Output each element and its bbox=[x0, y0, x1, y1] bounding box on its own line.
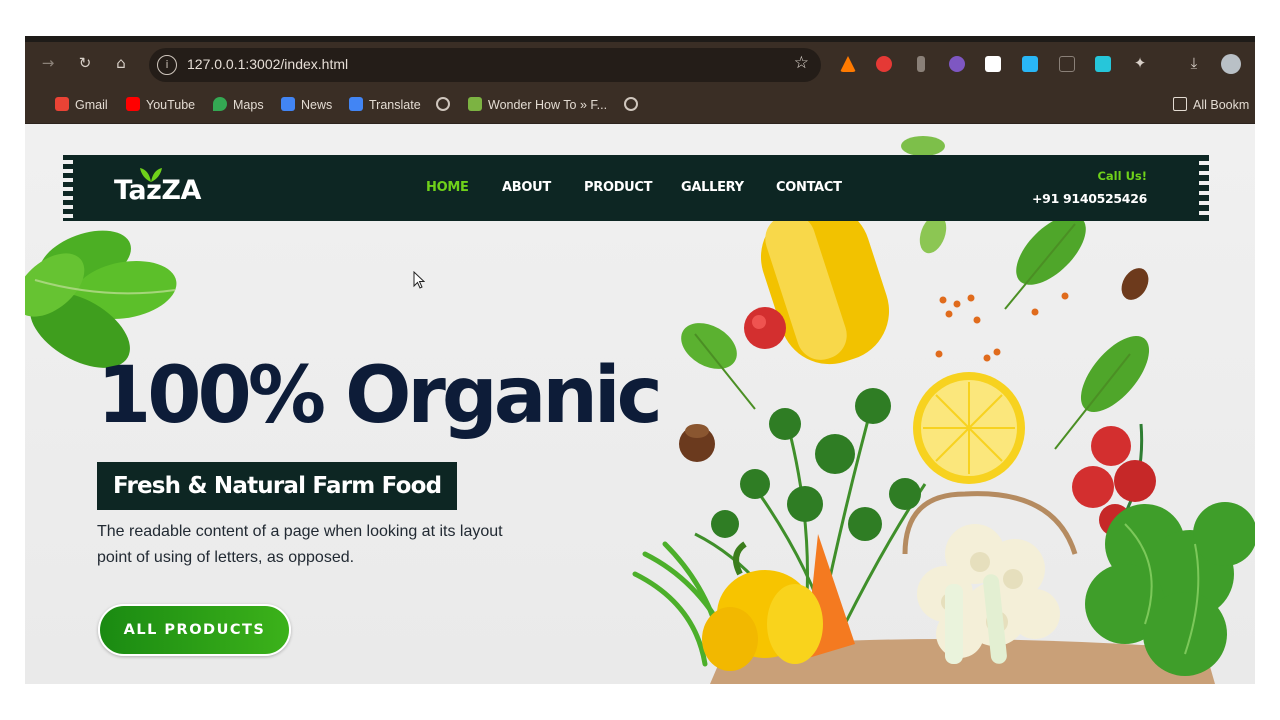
vlc-extension-icon[interactable] bbox=[840, 56, 856, 72]
nav-about[interactable]: ABOUT bbox=[502, 180, 551, 195]
bookmarks-bar: Gmail YouTube Maps News Translate Wonder… bbox=[25, 88, 1255, 124]
extension-blue-icon[interactable] bbox=[1022, 56, 1038, 72]
bookmark-wonder[interactable]: Wonder How To » F... bbox=[468, 97, 607, 115]
bookmark-youtube[interactable]: YouTube bbox=[126, 97, 195, 115]
extensions-puzzle-icon[interactable]: ✦ bbox=[1129, 52, 1151, 74]
home-icon[interactable]: ⌂ bbox=[110, 52, 132, 74]
all-bookmarks[interactable]: All Bookm bbox=[1173, 97, 1249, 115]
tab-strip bbox=[25, 36, 1255, 42]
brush-edge-left bbox=[63, 155, 81, 221]
bookmark-globe-2[interactable] bbox=[624, 97, 638, 115]
reload-icon[interactable]: ↻ bbox=[74, 52, 96, 74]
website-viewport: TazZA HOME ABOUT PRODUCT GALLERY CONTACT… bbox=[25, 124, 1255, 684]
bookmark-gmail[interactable]: Gmail bbox=[55, 97, 108, 115]
extension-grid-icon[interactable] bbox=[1059, 56, 1075, 72]
address-bar[interactable]: i 127.0.0.1:3002/index.html ☆ bbox=[149, 48, 821, 82]
news-icon bbox=[281, 97, 295, 111]
hero-description: The readable content of a page when look… bbox=[97, 523, 503, 566]
brush-edge-right bbox=[1191, 155, 1209, 221]
profile-avatar[interactable] bbox=[1221, 54, 1241, 74]
folder-icon bbox=[1173, 97, 1187, 111]
forward-icon[interactable]: → bbox=[37, 52, 59, 74]
nav-home[interactable]: HOME bbox=[426, 180, 469, 195]
extension-red-icon[interactable] bbox=[876, 56, 892, 72]
site-logo[interactable]: TazZA bbox=[114, 175, 201, 206]
bookmark-translate[interactable]: Translate bbox=[349, 97, 421, 115]
mouse-cursor-icon bbox=[413, 271, 425, 289]
extension-gray-icon[interactable] bbox=[917, 56, 925, 72]
site-info-icon[interactable]: i bbox=[157, 55, 177, 75]
extension-purple-icon[interactable] bbox=[949, 56, 965, 72]
browser-toolbar: → ↻ ⌂ i 127.0.0.1:3002/index.html ☆ ✦ ⤓ bbox=[25, 36, 1255, 88]
wonderhowto-icon bbox=[468, 97, 482, 111]
bookmark-star-icon[interactable]: ☆ bbox=[794, 53, 809, 73]
globe-icon bbox=[436, 97, 450, 111]
maps-icon bbox=[213, 97, 227, 111]
nav-product[interactable]: PRODUCT bbox=[584, 180, 653, 195]
all-products-button[interactable]: ALL PRODUCTS bbox=[98, 604, 291, 656]
browser-window: → ↻ ⌂ i 127.0.0.1:3002/index.html ☆ ✦ ⤓ … bbox=[25, 36, 1255, 684]
bookmark-maps[interactable]: Maps bbox=[213, 97, 264, 115]
hero-title: 100% Organic bbox=[97, 351, 663, 441]
url-text[interactable]: 127.0.0.1:3002/index.html bbox=[187, 56, 348, 72]
call-us-label: Call Us! bbox=[1097, 169, 1147, 183]
extension-cyan-icon[interactable] bbox=[1095, 56, 1111, 72]
hero-subtitle: Fresh & Natural Farm Food bbox=[97, 462, 458, 510]
globe-icon bbox=[624, 97, 638, 111]
extension-b-icon[interactable] bbox=[985, 56, 1001, 72]
translate-icon bbox=[349, 97, 363, 111]
gmail-icon bbox=[55, 97, 69, 111]
bookmark-globe-1[interactable] bbox=[436, 97, 450, 115]
nav-gallery[interactable]: GALLERY bbox=[681, 180, 744, 195]
download-icon[interactable]: ⤓ bbox=[1183, 52, 1205, 74]
bookmark-news[interactable]: News bbox=[281, 97, 332, 115]
phone-number[interactable]: +91 9140525426 bbox=[1032, 191, 1147, 206]
youtube-icon bbox=[126, 97, 140, 111]
site-navbar: TazZA HOME ABOUT PRODUCT GALLERY CONTACT… bbox=[63, 155, 1209, 221]
nav-contact[interactable]: CONTACT bbox=[776, 180, 842, 195]
